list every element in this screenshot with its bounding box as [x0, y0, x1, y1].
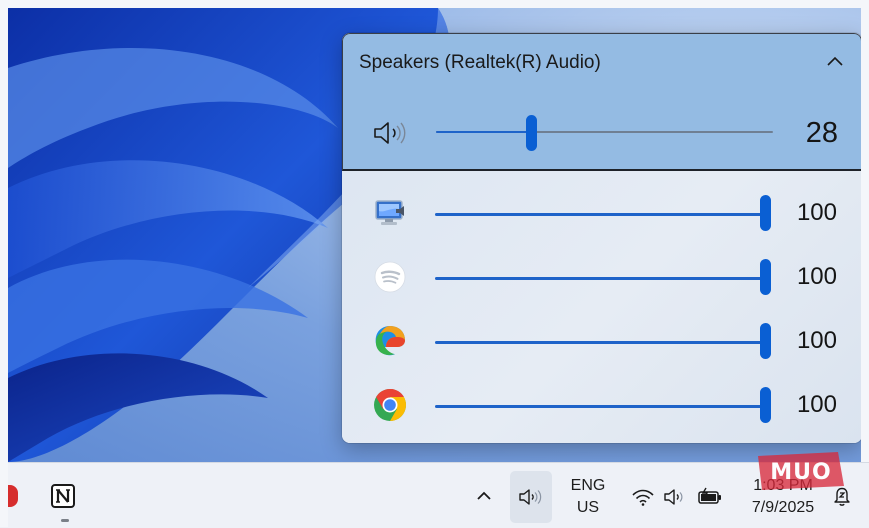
language-region: US	[576, 499, 600, 516]
app-volume-value: 100	[796, 263, 837, 290]
app-volume-track[interactable]	[435, 213, 768, 216]
app-row-system-sounds: 100	[342, 183, 862, 247]
frame-top	[0, 0, 869, 8]
speaker-icon[interactable]	[662, 486, 688, 508]
app-volume-thumb[interactable]	[760, 195, 771, 231]
volume-mixer-flyout: Speakers (Realtek(R) Audio) 28 100 100 1…	[342, 33, 862, 443]
app-volume-thumb[interactable]	[760, 387, 771, 423]
app-volume-value: 100	[796, 199, 837, 226]
app-volume-list: 100 100 100 100	[342, 171, 862, 443]
tray-volume-button[interactable]	[510, 471, 552, 523]
edge-icon	[375, 326, 405, 356]
taskbar: ENG US 1:03 PM 7/9/2025	[0, 462, 869, 528]
app-row-edge: 100	[342, 311, 862, 375]
master-volume-fill	[436, 131, 528, 133]
running-indicator	[61, 519, 69, 522]
chrome-icon	[374, 389, 407, 421]
notion-icon[interactable]	[50, 483, 76, 509]
language-code: ENG	[570, 477, 606, 494]
app-volume-thumb[interactable]	[760, 259, 771, 295]
spotify-icon	[374, 261, 406, 293]
app-volume-track[interactable]	[435, 405, 768, 408]
app-volume-thumb[interactable]	[760, 323, 771, 359]
battery-icon[interactable]	[697, 487, 723, 507]
master-volume-thumb[interactable]	[526, 115, 537, 151]
master-volume-value: 28	[805, 117, 838, 149]
wifi-icon[interactable]	[631, 487, 655, 507]
system-sounds-icon	[375, 200, 404, 225]
app-volume-value: 100	[796, 327, 837, 354]
output-device-name: Speakers (Realtek(R) Audio)	[359, 52, 601, 73]
muo-watermark-logo: MUO	[758, 452, 844, 490]
clock-date: 7/9/2025	[751, 499, 815, 516]
speaker-icon[interactable]	[371, 118, 411, 148]
chevron-up-icon[interactable]	[823, 52, 847, 72]
svg-text:MUO: MUO	[770, 460, 831, 485]
frame-right	[861, 0, 869, 462]
app-volume-track[interactable]	[435, 341, 768, 344]
show-hidden-icons-chevron[interactable]	[474, 487, 494, 505]
app-volume-value: 100	[796, 391, 837, 418]
app-row-chrome: 100	[342, 375, 862, 439]
app-row-spotify: 100	[342, 247, 862, 311]
output-device-panel: Speakers (Realtek(R) Audio) 28	[342, 33, 862, 171]
language-indicator[interactable]: ENG US	[566, 475, 610, 519]
app-volume-track[interactable]	[435, 277, 768, 280]
volume-icon	[519, 489, 542, 505]
frame-left	[0, 0, 8, 527]
